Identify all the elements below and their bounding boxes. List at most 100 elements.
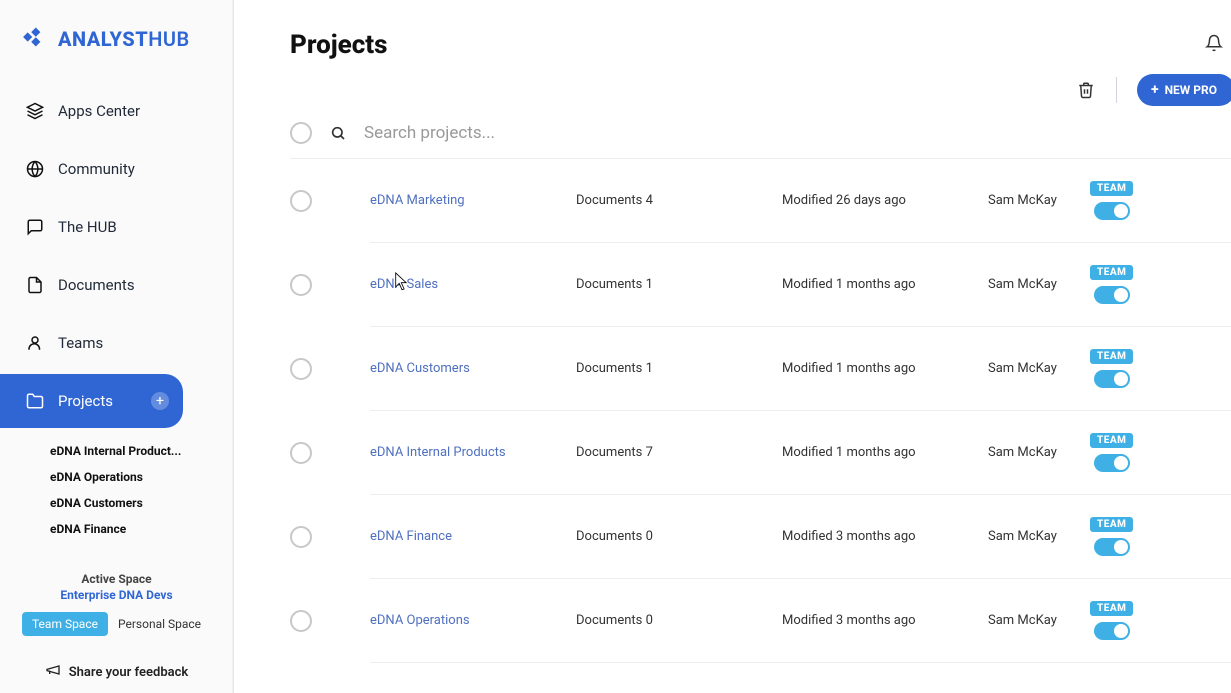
search-icon bbox=[330, 125, 346, 141]
row-select-radio[interactable] bbox=[290, 526, 312, 548]
team-space-tab[interactable]: Team Space bbox=[22, 612, 108, 636]
project-name-link[interactable]: eDNA Customers bbox=[370, 361, 576, 376]
sidebar-item-documents[interactable]: Documents bbox=[0, 258, 233, 312]
project-team-toggle-group: TEAM bbox=[1090, 349, 1133, 388]
project-owner: Sam McKay bbox=[988, 277, 1090, 292]
search-input[interactable] bbox=[364, 123, 1231, 143]
share-feedback-link[interactable]: Share your feedback bbox=[0, 662, 233, 682]
team-toggle[interactable] bbox=[1094, 202, 1130, 220]
team-badge: TEAM bbox=[1090, 433, 1133, 448]
subnav-item[interactable]: eDNA Internal Product... bbox=[0, 438, 233, 464]
search-row bbox=[290, 114, 1231, 159]
project-row: eDNA FinanceDocuments 0Modified 3 months… bbox=[290, 495, 1231, 579]
brand-text: ANALYSTHUB bbox=[58, 27, 190, 51]
sidebar-item-teams[interactable]: Teams bbox=[0, 316, 233, 370]
folder-icon bbox=[26, 392, 44, 410]
team-badge: TEAM bbox=[1090, 349, 1133, 364]
row-select-radio[interactable] bbox=[290, 442, 312, 464]
project-team-toggle-group: TEAM bbox=[1090, 517, 1133, 556]
project-name-link[interactable]: eDNA Operations bbox=[370, 613, 576, 628]
toolbar: + NEW PRO bbox=[290, 74, 1231, 106]
sidebar-item-label: The HUB bbox=[58, 218, 117, 236]
new-project-button[interactable]: + NEW PRO bbox=[1137, 74, 1231, 106]
sidebar-item-label: Projects bbox=[58, 392, 113, 410]
project-team-toggle-group: TEAM bbox=[1090, 181, 1133, 220]
globe-icon bbox=[26, 160, 44, 178]
project-row: eDNA Internal ProductsDocuments 7Modifie… bbox=[290, 411, 1231, 495]
brand-logo[interactable]: ANALYSTHUB bbox=[0, 18, 233, 84]
project-name-link[interactable]: eDNA Sales bbox=[370, 277, 576, 292]
delete-button[interactable] bbox=[1076, 80, 1096, 100]
sidebar-item-label: Community bbox=[58, 160, 135, 178]
row-select-radio[interactable] bbox=[290, 274, 312, 296]
row-select-radio[interactable] bbox=[290, 610, 312, 632]
project-team-toggle-group: TEAM bbox=[1090, 265, 1133, 304]
active-space-title: Active Space bbox=[0, 572, 233, 586]
subnav-item[interactable]: eDNA Customers bbox=[0, 490, 233, 516]
team-toggle[interactable] bbox=[1094, 454, 1130, 472]
project-name-link[interactable]: eDNA Internal Products bbox=[370, 445, 576, 460]
team-toggle[interactable] bbox=[1094, 286, 1130, 304]
projects-subnav: eDNA Internal Product... eDNA Operations… bbox=[0, 432, 233, 556]
main-content: Projects + NEW PRO eDNA MarketingDocumen… bbox=[234, 0, 1231, 693]
subnav-item[interactable]: eDNA Operations bbox=[0, 464, 233, 490]
plus-icon: + bbox=[1151, 83, 1159, 97]
user-icon bbox=[26, 334, 44, 352]
sidebar-item-apps-center[interactable]: Apps Center bbox=[0, 84, 233, 138]
subnav-item[interactable]: eDNA Finance bbox=[0, 516, 233, 542]
project-modified: Modified 1 months ago bbox=[782, 361, 988, 376]
project-documents-count: Documents 0 bbox=[576, 613, 782, 628]
sidebar: ANALYSTHUB Apps Center Community bbox=[0, 0, 234, 693]
project-modified: Modified 1 months ago bbox=[782, 277, 988, 292]
team-badge: TEAM bbox=[1090, 517, 1133, 532]
divider bbox=[1116, 77, 1117, 103]
project-owner: Sam McKay bbox=[988, 529, 1090, 544]
row-select-radio[interactable] bbox=[290, 358, 312, 380]
project-documents-count: Documents 1 bbox=[576, 277, 782, 292]
project-documents-count: Documents 7 bbox=[576, 445, 782, 460]
add-project-icon[interactable]: + bbox=[151, 392, 169, 410]
project-team-toggle-group: TEAM bbox=[1090, 601, 1133, 640]
projects-list: eDNA MarketingDocuments 4Modified 26 day… bbox=[290, 159, 1231, 663]
project-name-link[interactable]: eDNA Finance bbox=[370, 529, 576, 544]
team-badge: TEAM bbox=[1090, 601, 1133, 616]
sidebar-item-the-hub[interactable]: The HUB bbox=[0, 200, 233, 254]
team-toggle[interactable] bbox=[1094, 622, 1130, 640]
brand-mark-icon bbox=[22, 24, 48, 54]
project-documents-count: Documents 0 bbox=[576, 529, 782, 544]
megaphone-icon bbox=[45, 662, 61, 682]
project-modified: Modified 3 months ago bbox=[782, 529, 988, 544]
team-toggle[interactable] bbox=[1094, 538, 1130, 556]
notifications-bell-icon[interactable] bbox=[1205, 34, 1223, 52]
trash-icon bbox=[1077, 81, 1095, 99]
select-all-radio[interactable] bbox=[290, 122, 312, 144]
sidebar-item-projects[interactable]: Projects + bbox=[0, 374, 183, 428]
sidebar-item-label: Apps Center bbox=[58, 102, 140, 120]
team-toggle[interactable] bbox=[1094, 370, 1130, 388]
sidebar-item-community[interactable]: Community bbox=[0, 142, 233, 196]
project-name-link[interactable]: eDNA Marketing bbox=[370, 193, 576, 208]
project-modified: Modified 3 months ago bbox=[782, 613, 988, 628]
project-documents-count: Documents 1 bbox=[576, 361, 782, 376]
team-badge: TEAM bbox=[1090, 181, 1133, 196]
project-owner: Sam McKay bbox=[988, 445, 1090, 460]
sidebar-item-label: Teams bbox=[58, 334, 103, 352]
project-modified: Modified 26 days ago bbox=[782, 193, 988, 208]
project-owner: Sam McKay bbox=[988, 193, 1090, 208]
page-title: Projects bbox=[290, 30, 1231, 60]
personal-space-tab[interactable]: Personal Space bbox=[108, 612, 211, 636]
active-space-box: Active Space Enterprise DNA Devs Team Sp… bbox=[0, 572, 233, 636]
file-icon bbox=[26, 276, 44, 294]
project-owner: Sam McKay bbox=[988, 613, 1090, 628]
row-select-radio[interactable] bbox=[290, 190, 312, 212]
project-owner: Sam McKay bbox=[988, 361, 1090, 376]
sidebar-nav: Apps Center Community The HUB Documents bbox=[0, 84, 233, 556]
project-row: eDNA CustomersDocuments 1Modified 1 mont… bbox=[290, 327, 1231, 411]
active-space-name[interactable]: Enterprise DNA Devs bbox=[0, 588, 233, 602]
project-row: eDNA OperationsDocuments 0Modified 3 mon… bbox=[290, 579, 1231, 663]
project-row: eDNA SalesDocuments 1Modified 1 months a… bbox=[290, 243, 1231, 327]
project-modified: Modified 1 months ago bbox=[782, 445, 988, 460]
project-team-toggle-group: TEAM bbox=[1090, 433, 1133, 472]
team-badge: TEAM bbox=[1090, 265, 1133, 280]
stack-icon bbox=[26, 102, 44, 120]
